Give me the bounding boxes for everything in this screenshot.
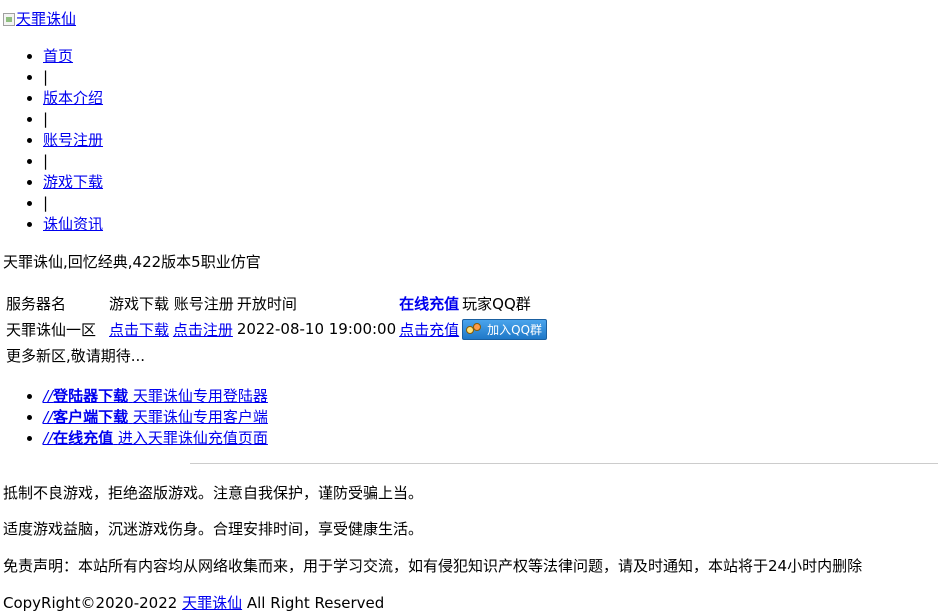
qq-cell: 加入QQ群 (462, 317, 548, 341)
broken-image-icon (3, 12, 15, 26)
client-download-link[interactable]: //客户端下载 天罪诛仙专用客户端 (43, 408, 268, 426)
header-download-register: 游戏下载 账号注册 (109, 291, 234, 315)
nav-item-download[interactable]: 游戏下载 (43, 172, 103, 193)
nav-link-register[interactable]: 账号注册 (43, 131, 103, 149)
link-title: 客户端下载 (53, 408, 129, 426)
header-qq-group: 玩家QQ群 (462, 294, 531, 313)
server-table: 服务器名 游戏下载 账号注册 开放时间 在线充值 玩家QQ群 天罪诛仙一区 点击… (3, 289, 550, 343)
nav-item-version[interactable]: 版本介绍 (43, 88, 103, 109)
footer-notice-1: 抵制不良游戏，拒绝盗版游戏。注意自我保护，谨防受骗上当。 (3, 484, 424, 502)
link-slash-icon: // (43, 387, 54, 405)
link-desc: 进入天罪诛仙充值页面 (117, 429, 268, 447)
recharge-link[interactable]: 点击充值 (399, 321, 459, 339)
logo-alt-text: 天罪诛仙 (16, 10, 77, 28)
download-link[interactable]: 点击下载 (109, 321, 169, 339)
header-recharge-label: 在线充值 (399, 294, 460, 313)
nav-item-register[interactable]: 账号注册 (43, 130, 103, 151)
register-link[interactable]: 点击注册 (173, 321, 233, 339)
launcher-download-link[interactable]: //登陆器下载 天罪诛仙专用登陆器 (43, 387, 268, 405)
recharge-page-link[interactable]: //在线充值 进入天罪诛仙充值页面 (43, 429, 268, 447)
divider (190, 463, 938, 464)
nav-item-news[interactable]: 诛仙资讯 (43, 214, 103, 235)
quick-links: //登陆器下载 天罪诛仙专用登陆器 //客户端下载 天罪诛仙专用客户端 //在线… (0, 386, 268, 449)
copyright-site-link[interactable]: 天罪诛仙 (182, 594, 242, 612)
link-desc: 天罪诛仙专用登陆器 (132, 387, 268, 405)
footer-notice-2: 适度游戏益脑，沉迷游戏伤身。合理安排时间，享受健康生活。 (3, 520, 424, 538)
nav-separator: | (43, 193, 103, 214)
table-row: 天罪诛仙一区 点击下载 点击注册 2022-08-10 19:00:00 点击充… (6, 317, 548, 341)
list-item: //登陆器下载 天罪诛仙专用登陆器 (43, 386, 268, 407)
list-item: //客户端下载 天罪诛仙专用客户端 (43, 407, 268, 428)
site-tagline: 天罪诛仙,回忆经典,422版本5职业仿官 (3, 253, 261, 271)
link-desc: 天罪诛仙专用客户端 (132, 408, 268, 426)
header-recharge: 在线充值 (399, 291, 459, 315)
link-title: 在线充值 (53, 429, 114, 447)
server-name: 天罪诛仙一区 (6, 320, 97, 339)
link-slash-icon: // (43, 429, 54, 447)
join-qq-group-button[interactable]: 加入QQ群 (462, 318, 548, 340)
register-cell: 点击注册 (173, 317, 234, 341)
nav-link-news[interactable]: 诛仙资讯 (43, 215, 103, 233)
header-server-name: 服务器名 (6, 294, 67, 313)
nav-separator: | (43, 151, 103, 172)
nav-item-home[interactable]: 首页 (43, 46, 103, 67)
open-time: 2022-08-10 19:00:00 (236, 320, 397, 338)
header-open-time: 开放时间 (236, 294, 297, 313)
nav-link-home[interactable]: 首页 (43, 47, 73, 65)
main-nav: 首页 | 版本介绍 | 账号注册 | 游戏下载 | 诛仙资讯 (0, 46, 103, 235)
download-cell: 点击下载 (109, 317, 170, 341)
nav-link-download[interactable]: 游戏下载 (43, 173, 103, 191)
nav-separator: | (43, 109, 103, 130)
footer-disclaimer: 免责声明：本站所有内容均从网络收集而来，用于学习交流，如有侵犯知识产权等法律问题… (3, 557, 863, 575)
link-title: 登陆器下载 (53, 387, 129, 405)
server-table-header: 服务器名 游戏下载 账号注册 开放时间 在线充值 玩家QQ群 (6, 291, 547, 315)
recharge-cell: 点击充值 (399, 317, 459, 341)
copyright-suffix: All Right Reserved (242, 594, 385, 612)
header-register: 账号注册 (173, 294, 234, 313)
nav-separator: | (43, 67, 103, 88)
link-slash-icon: // (43, 408, 54, 426)
footer-copyright: CopyRight©2020-2022 天罪诛仙 All Right Reser… (3, 593, 384, 613)
join-qq-group-label: 加入QQ群 (487, 322, 543, 337)
copyright-prefix: CopyRight©2020-2022 (3, 594, 183, 612)
logo-link[interactable]: 天罪诛仙 (3, 9, 76, 29)
list-item: //在线充值 进入天罪诛仙充值页面 (43, 428, 268, 449)
qq-group-icon (465, 322, 483, 337)
more-servers-note: 更多新区,敬请期待... (6, 347, 146, 365)
nav-link-version[interactable]: 版本介绍 (43, 89, 103, 107)
header-download: 游戏下载 (109, 294, 170, 313)
